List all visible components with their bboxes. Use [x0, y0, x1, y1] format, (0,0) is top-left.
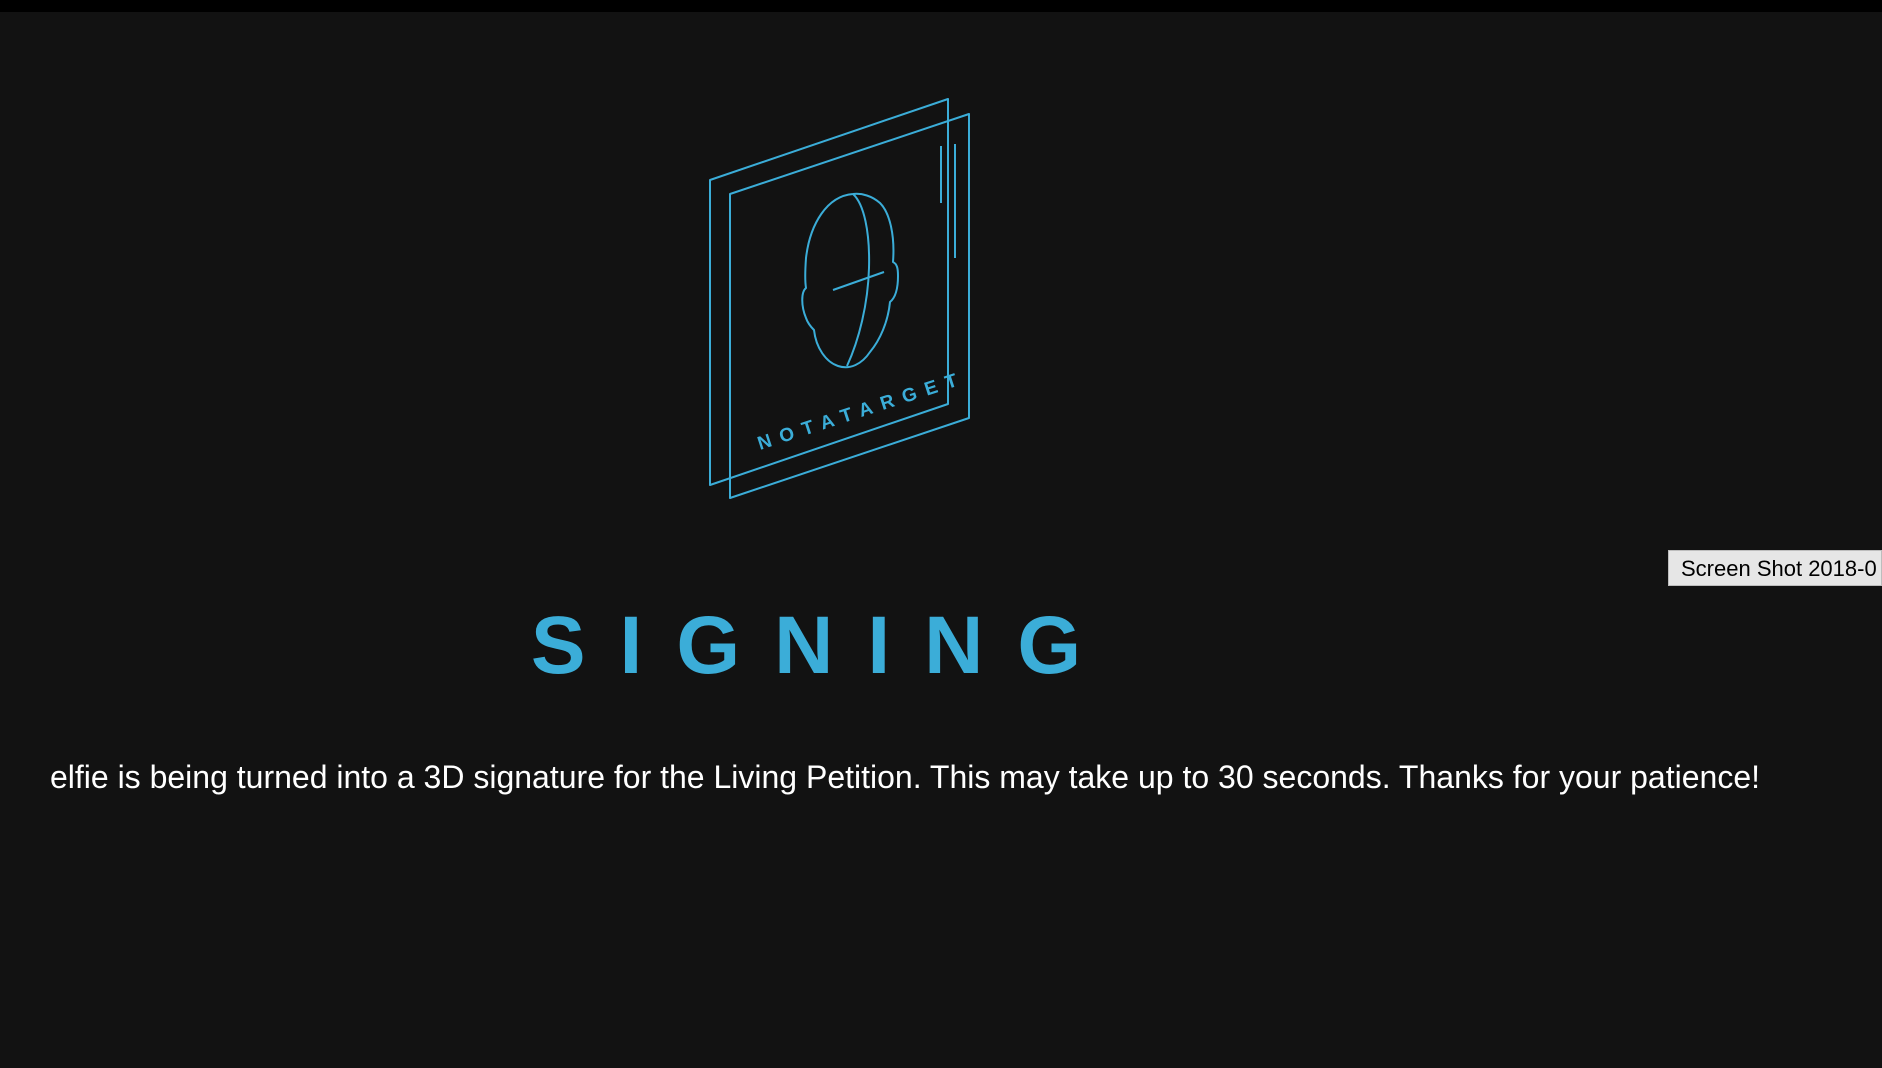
status-message: elfie is being turned into a 3D signatur… — [49, 759, 1760, 795]
logo-wordmark: NOTATARGET — [755, 368, 969, 455]
browser-top-bar — [0, 0, 1882, 12]
file-tooltip: Screen Shot 2018-0 — [1668, 550, 1882, 586]
face-outline — [801, 192, 899, 369]
page-title: SIGNING — [530, 600, 1116, 691]
signing-page: NOTATARGET SIGNING elfie is being turned… — [0, 0, 1882, 1068]
notatarget-face-logo-icon: NOTATARGET — [700, 92, 980, 510]
face-meridian — [846, 193, 871, 367]
face-guide-line — [832, 271, 885, 291]
